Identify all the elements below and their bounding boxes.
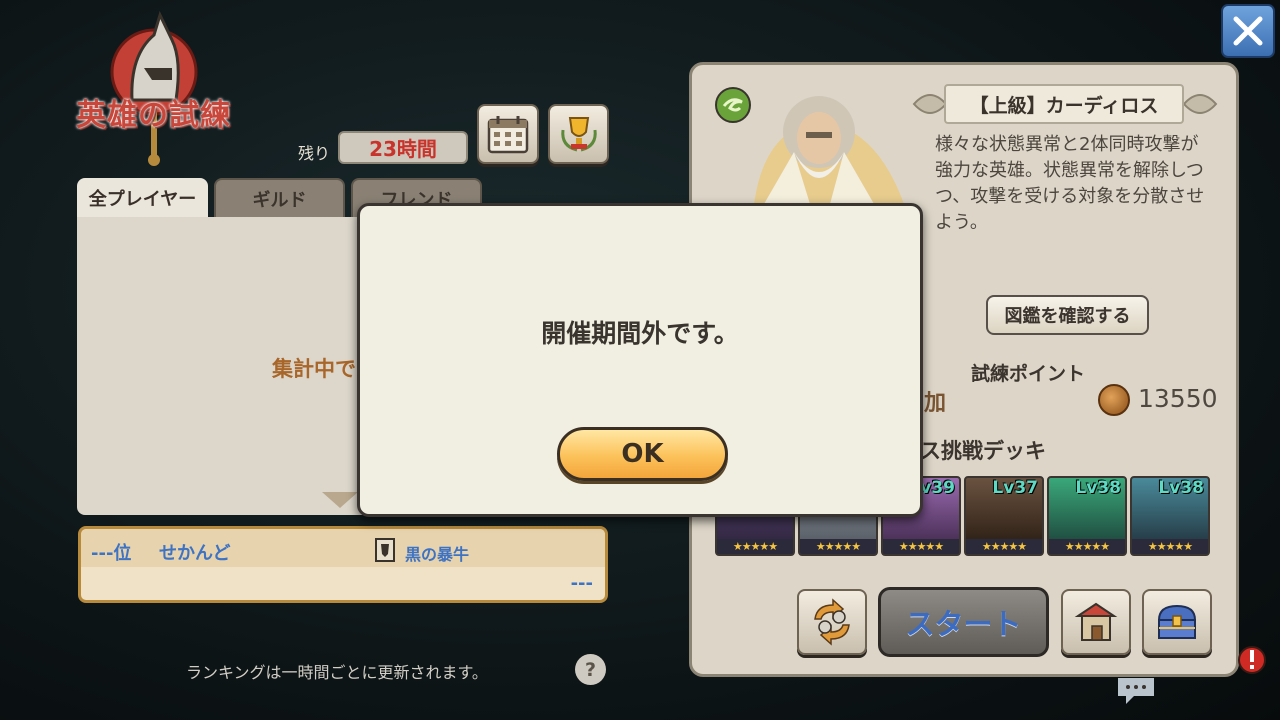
trophy-icon: [560, 117, 597, 152]
my-rank-name: せかんど: [159, 543, 231, 564]
deck-label: ス挑戦デッキ: [920, 439, 1046, 463]
deck-card-stars: ★★★★★: [1049, 539, 1125, 554]
ok-button[interactable]: OK: [557, 427, 728, 481]
partial-label: 加: [924, 391, 947, 416]
boss-portrait: [754, 96, 904, 204]
remaining-label: 残り: [298, 144, 331, 163]
start-button[interactable]: スタート: [878, 587, 1049, 657]
shop-icon: [1074, 602, 1118, 641]
boss-description: 様々な状態異常と2体同時攻撃が強力な英雄。状態異常を解除しつつ、攻撃を受ける対象…: [935, 134, 1205, 233]
my-rank-score: ---: [570, 573, 593, 594]
coin-icon: [1098, 384, 1130, 416]
my-rank-position: ---位: [91, 543, 132, 564]
trophy-button[interactable]: [548, 104, 609, 164]
deck-card-stars: ★★★★★: [800, 539, 876, 554]
trial-points-label: 試練ポイント: [971, 363, 1086, 385]
deck-card-6[interactable]: Lv38 ★★★★★: [1130, 476, 1210, 556]
deck-card-stars: ★★★★★: [966, 539, 1042, 554]
deck-card-level: Lv38: [1075, 478, 1121, 498]
remaining-time: 23時間: [338, 131, 468, 164]
scroll-down-arrow-icon[interactable]: [322, 490, 358, 510]
help-icon[interactable]: ?: [575, 654, 606, 685]
swap-deck-button[interactable]: [797, 589, 867, 655]
chat-icon[interactable]: [1116, 676, 1156, 706]
deck-card-5[interactable]: Lv38 ★★★★★: [1047, 476, 1127, 556]
ranking-footnote: ランキングは一時間ごとに更新されます。: [186, 663, 488, 682]
tab-guild[interactable]: ギルド: [214, 178, 345, 218]
my-rank-guild: 黒の暴牛: [405, 545, 470, 564]
calendar-button[interactable]: [477, 104, 539, 164]
deck-card-stars: ★★★★★: [1132, 539, 1208, 554]
deck-card-4[interactable]: Lv37 ★★★★★: [964, 476, 1044, 556]
my-rank-row[interactable]: ---位 せかんど 黒の暴牛 ---: [78, 526, 608, 603]
close-icon: [1233, 16, 1263, 46]
event-logo: 英雄の試練: [72, 10, 242, 170]
notice-dialog: 開催期間外です。 OK: [357, 203, 923, 517]
boss-name: 【上級】カーディロス: [944, 84, 1184, 124]
trial-points-value: 13550: [1138, 384, 1218, 413]
treasure-button[interactable]: [1142, 589, 1212, 655]
alert-badge-icon: [1238, 646, 1266, 674]
dialog-message: 開催期間外です。: [541, 319, 739, 348]
deck-card-level: Lv37: [992, 478, 1038, 498]
treasure-chest-icon: [1157, 604, 1197, 639]
close-button[interactable]: [1221, 4, 1275, 58]
view-catalog-button[interactable]: 図鑑を確認する: [986, 295, 1149, 335]
deck-card-stars: ★★★★★: [717, 539, 793, 554]
ranking-loading-text: 集計中で: [272, 357, 356, 381]
deck-card-stars: ★★★★★: [883, 539, 959, 554]
deck-card-level: Lv38: [1158, 478, 1204, 498]
swap-icon: [814, 598, 850, 646]
calendar-icon: [487, 116, 529, 154]
tab-all-players[interactable]: 全プレイヤー: [77, 178, 208, 218]
shop-button[interactable]: [1061, 589, 1131, 655]
event-title: 英雄の試練: [76, 98, 231, 133]
guild-emblem-icon: [375, 538, 395, 562]
